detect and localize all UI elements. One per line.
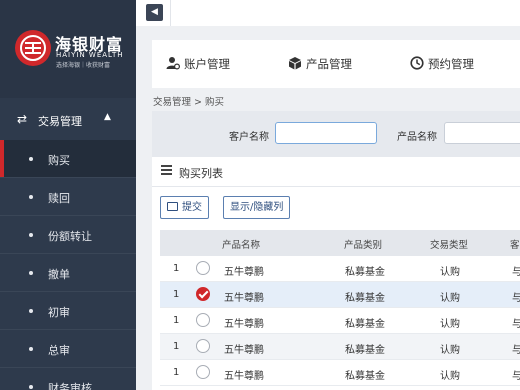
search-filters: 客户名称 产品名称 <box>152 111 520 157</box>
tab-reservation-management[interactable]: 预约管理 <box>410 56 474 72</box>
extra-cell: 与 <box>512 319 520 330</box>
trade-type-cell: 认购 <box>440 319 460 330</box>
bullet-icon <box>29 271 33 275</box>
tab-account-management[interactable]: 账户管理 <box>166 56 230 72</box>
extra-cell: 与 <box>512 345 520 356</box>
tab-label: 账户管理 <box>184 57 230 71</box>
table-row[interactable]: 1 五牛尊鹏 私募基金 认购 与 <box>160 360 520 386</box>
brand-logo: 海银财富 HAIYIN WEALTH 选择海银｜收获财富 <box>0 0 136 98</box>
edit-icon <box>167 202 178 211</box>
submit-button[interactable]: 提交 <box>160 196 209 219</box>
module-tabs: 账户管理 产品管理 预约管理 <box>152 40 520 88</box>
bullet-icon <box>29 385 33 389</box>
brand-slogan: 选择海银｜收获财富 <box>56 62 111 69</box>
table-row[interactable]: 1 五牛尊鹏 私募基金 认购 与 <box>160 282 520 308</box>
category-cell: 私募基金 <box>345 319 385 330</box>
column-header-product-name[interactable]: 产品名称 <box>222 237 260 251</box>
product-name-input[interactable] <box>444 122 520 144</box>
column-header-trade-type[interactable]: 交易类型 <box>430 237 468 251</box>
bullet-icon <box>29 309 33 313</box>
tab-label: 产品管理 <box>306 57 352 71</box>
tab-label: 预约管理 <box>428 57 474 71</box>
sidebar-item-label: 总审 <box>48 344 70 357</box>
list-icon <box>161 165 172 175</box>
table-header: 产品名称 产品类别 交易类型 客 <box>160 230 520 256</box>
customer-name-input[interactable] <box>275 122 377 144</box>
product-name-cell: 五牛尊鹏 <box>224 371 264 382</box>
sidebar-group-trade[interactable]: ⇄ 交易管理 ▲ <box>0 103 136 136</box>
row-number: 1 <box>173 289 180 300</box>
panel-header: 购买列表 <box>152 157 520 187</box>
swap-icon: ⇄ <box>17 112 28 126</box>
chevron-up-icon: ▲ <box>104 112 111 122</box>
trade-type-cell: 认购 <box>440 293 460 304</box>
sidebar-item-label: 份额转让 <box>48 230 92 243</box>
divider <box>170 0 171 26</box>
sidebar-group-label: 交易管理 <box>38 115 82 128</box>
user-gear-icon <box>166 57 180 70</box>
sidebar-item-final-review[interactable]: 总审 <box>0 330 136 368</box>
product-name-label: 产品名称 <box>397 132 437 143</box>
row-select-radio[interactable] <box>196 365 210 379</box>
sidebar-item-label: 财务审核 <box>48 382 92 390</box>
clock-icon <box>410 56 424 70</box>
bullet-icon <box>29 195 33 199</box>
row-select-radio-checked[interactable] <box>196 287 210 301</box>
bullet-icon <box>29 347 33 351</box>
panel-title: 购买列表 <box>179 167 223 180</box>
row-select-radio[interactable] <box>196 313 210 327</box>
brand-logo-icon <box>15 30 51 66</box>
collapse-sidebar-button[interactable]: ◀ <box>146 4 163 21</box>
sidebar-item-finance-review[interactable]: 财务审核 <box>0 368 136 390</box>
row-number: 1 <box>173 341 180 352</box>
sidebar-item-redeem[interactable]: 赎回 <box>0 178 136 216</box>
submit-label: 提交 <box>182 202 202 213</box>
chevron-left-icon: ◀ <box>151 7 158 17</box>
row-select-radio[interactable] <box>196 261 210 275</box>
product-name-cell: 五牛尊鹏 <box>224 319 264 330</box>
sidebar-item-label: 购买 <box>48 154 70 167</box>
extra-cell: 与 <box>512 293 520 304</box>
breadcrumb: 交易管理 > 购买 <box>153 97 224 108</box>
bullet-icon <box>29 157 33 161</box>
sidebar-item-buy[interactable]: 购买 <box>0 140 136 178</box>
trade-type-cell: 认购 <box>440 267 460 278</box>
category-cell: 私募基金 <box>345 345 385 356</box>
brand-name-en: HAIYIN WEALTH <box>56 51 124 59</box>
sidebar: 海银财富 HAIYIN WEALTH 选择海银｜收获财富 ⇄ 交易管理 ▲ 购买… <box>0 0 136 390</box>
toggle-columns-label: 显示/隐藏列 <box>230 202 284 213</box>
product-name-cell: 五牛尊鹏 <box>224 293 264 304</box>
category-cell: 私募基金 <box>345 293 385 304</box>
table-row[interactable]: 1 五牛尊鹏 私募基金 认购 与 <box>160 256 520 282</box>
category-cell: 私募基金 <box>345 371 385 382</box>
sidebar-item-first-review[interactable]: 初审 <box>0 292 136 330</box>
product-name-cell: 五牛尊鹏 <box>224 267 264 278</box>
trade-type-cell: 认购 <box>440 345 460 356</box>
row-select-radio[interactable] <box>196 339 210 353</box>
toggle-columns-button[interactable]: 显示/隐藏列 <box>223 196 291 219</box>
extra-cell: 与 <box>512 267 520 278</box>
column-header-category[interactable]: 产品类别 <box>344 237 382 251</box>
row-number: 1 <box>173 367 180 378</box>
bullet-icon <box>29 233 33 237</box>
sidebar-item-transfer[interactable]: 份额转让 <box>0 216 136 254</box>
row-number: 1 <box>173 315 180 326</box>
customer-name-label: 客户名称 <box>229 132 269 143</box>
trade-type-cell: 认购 <box>440 371 460 382</box>
table-row[interactable]: 1 五牛尊鹏 私募基金 认购 与 <box>160 334 520 360</box>
sidebar-item-label: 初审 <box>48 306 70 319</box>
purchase-list-panel: 购买列表 提交 显示/隐藏列 产品名称 产品类别 交易类型 客 1 五牛尊鹏 私… <box>152 157 520 390</box>
category-cell: 私募基金 <box>345 267 385 278</box>
sidebar-item-cancel[interactable]: 撤单 <box>0 254 136 292</box>
top-bar: ◀ <box>136 0 520 26</box>
table-row[interactable]: 1 五牛尊鹏 私募基金 认购 与 <box>160 308 520 334</box>
sidebar-item-label: 赎回 <box>48 192 70 205</box>
sidebar-item-label: 撤单 <box>48 268 70 281</box>
cube-icon <box>289 57 301 70</box>
column-header-customer[interactable]: 客 <box>510 237 520 251</box>
row-number: 1 <box>173 263 180 274</box>
product-name-cell: 五牛尊鹏 <box>224 345 264 356</box>
extra-cell: 与 <box>512 371 520 382</box>
tab-product-management[interactable]: 产品管理 <box>288 56 352 72</box>
